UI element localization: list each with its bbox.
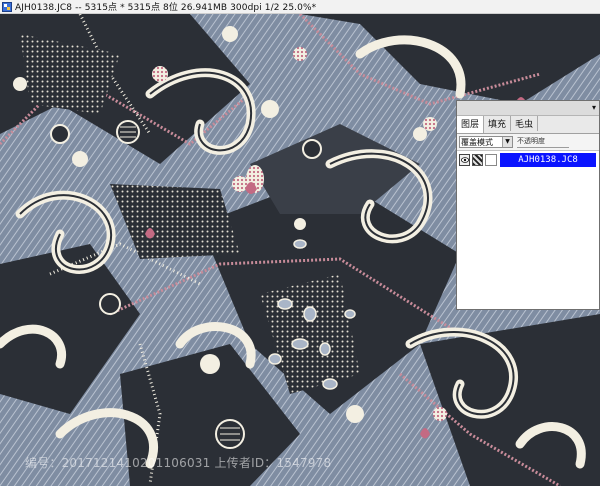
window-title: AJH0138.JC8 -- 5315点 * 5315点 8位 26.941MB… <box>15 3 317 13</box>
watermark-text: 编号：2017121410201106031 上传者ID：1547978 <box>25 456 332 470</box>
blend-mode-select[interactable]: 覆盖模式 ▼ <box>459 136 513 148</box>
blend-mode-value: 覆盖模式 <box>461 138 493 147</box>
layer-thumbnail <box>472 154 483 166</box>
panel-tabs: 图层 填充 毛虫 <box>457 116 599 134</box>
app-icon <box>1 1 12 12</box>
layer-row[interactable]: AJH0138.JC8 <box>457 152 599 168</box>
tab-layers[interactable]: 图层 <box>457 116 485 133</box>
panel-menu-arrow[interactable]: ▾ <box>592 103 596 112</box>
panel-header: ▾ <box>457 101 599 116</box>
chevron-down-icon[interactable]: ▼ <box>502 137 512 147</box>
layer-mask-thumbnail <box>485 154 497 166</box>
layer-name[interactable]: AJH0138.JC8 <box>500 153 596 167</box>
eye-icon[interactable] <box>459 154 470 166</box>
opacity-field[interactable]: 不透明度 <box>517 137 569 148</box>
blend-controls: 覆盖模式 ▼ 不透明度 <box>457 134 599 151</box>
layers-panel: ▾ 图层 填充 毛虫 覆盖模式 ▼ 不透明度 AJH0138.JC8 <box>456 100 600 310</box>
tab-brush[interactable]: 毛虫 <box>511 116 539 131</box>
title-bar: AJH0138.JC8 -- 5315点 * 5315点 8位 26.941MB… <box>0 0 600 14</box>
tab-fill[interactable]: 填充 <box>484 116 512 131</box>
